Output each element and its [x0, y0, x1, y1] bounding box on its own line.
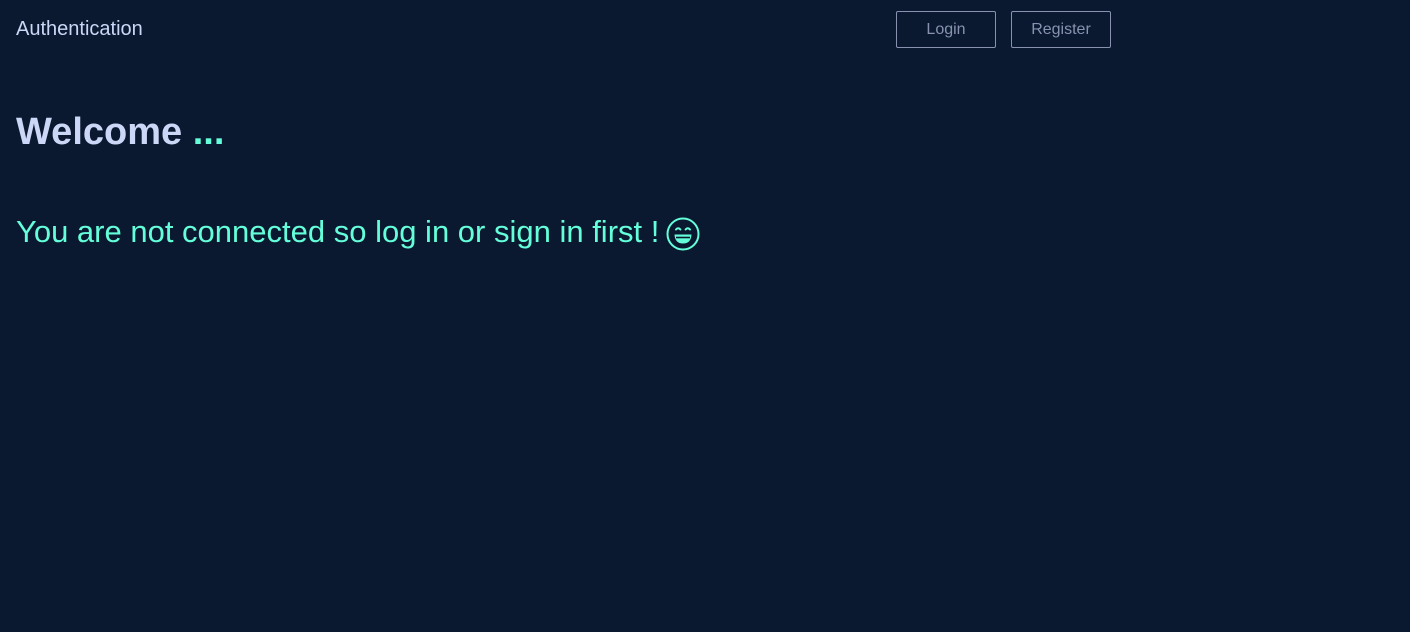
welcome-text: Welcome: [16, 111, 183, 153]
not-connected-message: You are not connected so log in or sign …: [16, 210, 701, 254]
navbar: Authentication Login Register: [0, 0, 1410, 58]
grinning-face-icon: [665, 216, 701, 252]
login-button[interactable]: Login: [896, 11, 996, 48]
welcome-dots: ...: [192, 111, 225, 153]
register-button[interactable]: Register: [1011, 11, 1111, 48]
message-text: You are not connected so log in or sign …: [16, 214, 660, 249]
brand-title[interactable]: Authentication: [16, 17, 143, 41]
welcome-heading: Welcome ...: [16, 108, 224, 156]
